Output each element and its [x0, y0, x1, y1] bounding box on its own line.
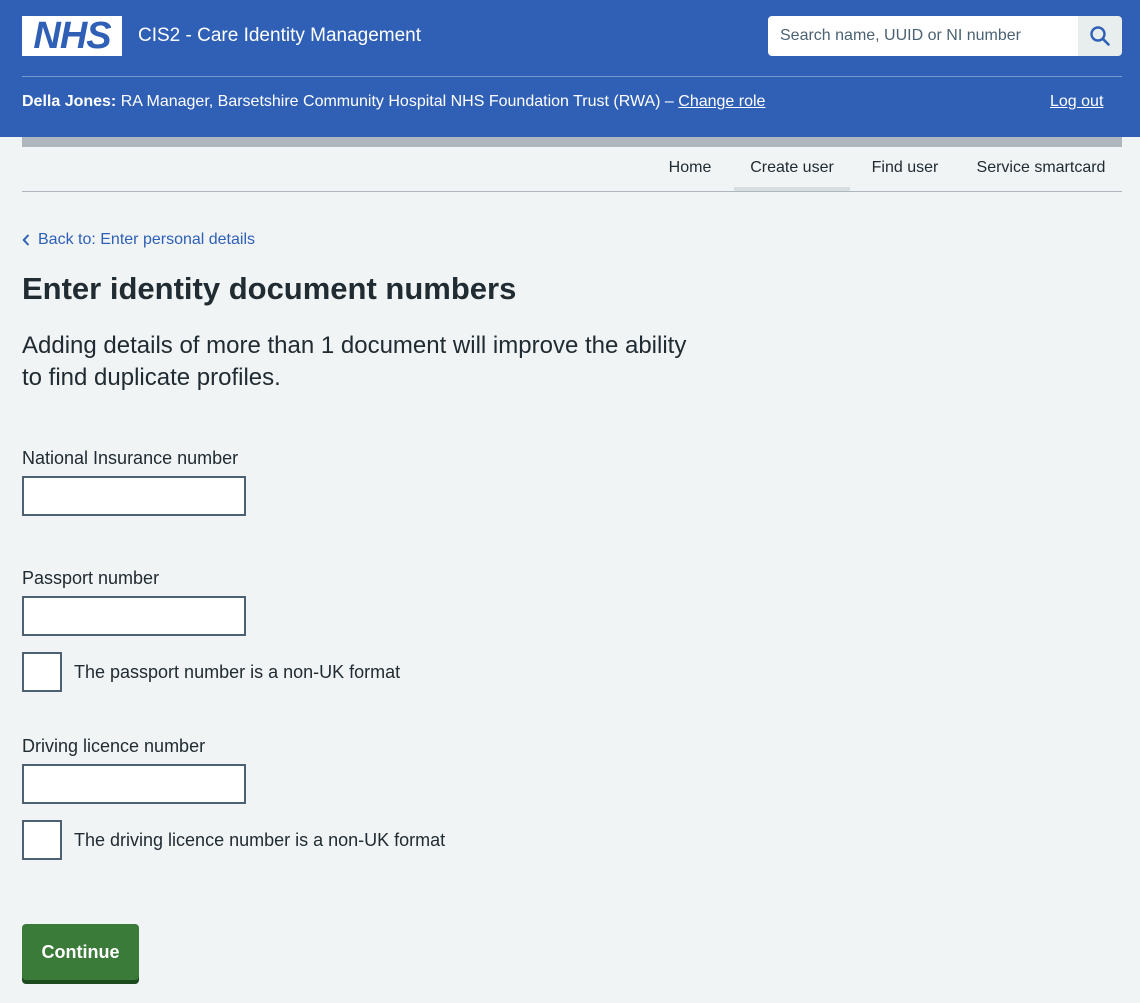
- search-input[interactable]: [768, 16, 1078, 56]
- search-form: [768, 16, 1122, 56]
- header-accent-band: [22, 137, 1122, 147]
- continue-button[interactable]: Continue: [22, 924, 139, 980]
- passport-number-label: Passport number: [22, 568, 160, 588]
- passport-non-uk-checkbox[interactable]: [22, 652, 62, 692]
- passport-non-uk-label[interactable]: The passport number is a non-UK format: [74, 660, 400, 684]
- ni-number-input[interactable]: [22, 476, 246, 516]
- page-title: Enter identity document numbers: [22, 271, 517, 306]
- site-header: NHS CIS2 - Care Identity Management Dell…: [0, 0, 1140, 137]
- change-role-link[interactable]: Change role: [678, 93, 765, 110]
- passport-number-input[interactable]: [22, 596, 246, 636]
- driving-licence-non-uk-checkbox[interactable]: [22, 820, 62, 860]
- nav-item-find-user[interactable]: Find user: [856, 147, 954, 191]
- logout-link[interactable]: Log out: [1050, 92, 1103, 112]
- passport-non-uk-option: The passport number is a non-UK format: [22, 652, 400, 692]
- driving-licence-label: Driving licence number: [22, 736, 206, 756]
- user-role: RA Manager, Barsetshire Community Hospit…: [116, 93, 679, 110]
- nav-item-home[interactable]: Home: [652, 147, 728, 191]
- lead-text: Adding details of more than 1 document w…: [22, 332, 687, 391]
- nhs-logo-text: NHS: [33, 15, 111, 57]
- nhs-logo[interactable]: NHS: [22, 16, 122, 56]
- back-link-label: Back to: Enter personal details: [38, 231, 256, 248]
- service-name[interactable]: CIS2 - Care Identity Management: [138, 24, 421, 48]
- chevron-left-icon: [22, 234, 30, 246]
- search-button[interactable]: [1078, 16, 1122, 56]
- driving-licence-non-uk-option: The driving licence number is a non-UK f…: [22, 820, 445, 860]
- search-icon: [1090, 26, 1110, 46]
- nav-item-service-smartcard[interactable]: Service smartcard: [960, 147, 1122, 191]
- header-divider: [22, 76, 1122, 77]
- ni-number-label: National Insurance number: [22, 448, 239, 468]
- driving-licence-non-uk-label[interactable]: The driving licence number is a non-UK f…: [74, 828, 445, 852]
- driving-licence-input[interactable]: [22, 764, 246, 804]
- user-name: Della Jones:: [22, 93, 117, 110]
- primary-navigation: Home Create user Find user Service smart…: [22, 147, 1122, 192]
- nav-item-create-user[interactable]: Create user: [734, 147, 850, 191]
- current-role: Della Jones: RA Manager, Barsetshire Com…: [22, 92, 765, 112]
- back-link[interactable]: Back to: Enter personal details: [22, 230, 255, 250]
